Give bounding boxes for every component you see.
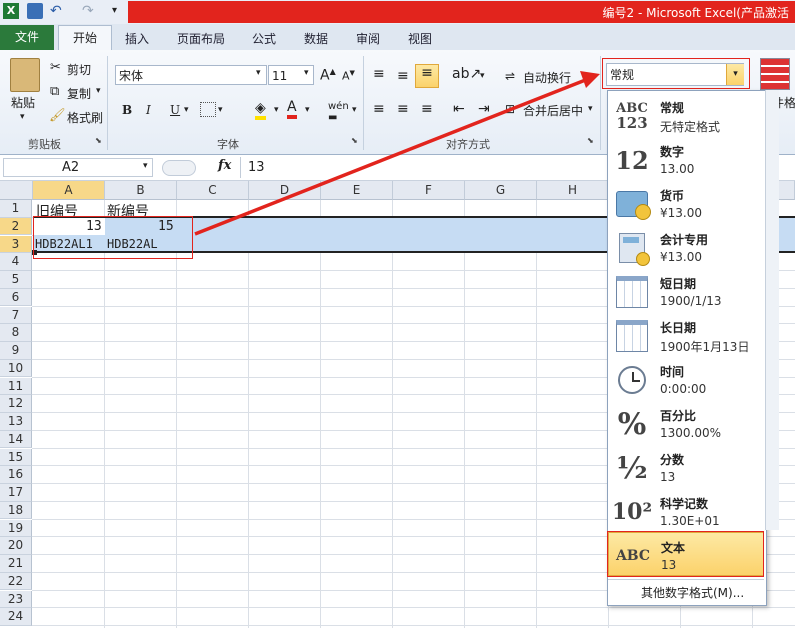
format-name: 会计专用 [660, 233, 709, 247]
number-format-menu: ABC 123 常规 无特定格式 12 数字 13.00 货币 ¥13.00 会计… [607, 90, 767, 606]
calendar-icon [612, 319, 652, 353]
format-sample: 13 [660, 470, 676, 484]
format-short-date[interactable]: 短日期 1900/1/13 [608, 269, 764, 313]
format-sample: 无特定格式 [660, 120, 721, 134]
format-sample: 1300.00% [660, 426, 722, 440]
format-percentage[interactable]: % 百分比 1300.00% [608, 401, 764, 445]
format-name: 时间 [660, 365, 685, 379]
currency-icon [612, 187, 652, 221]
arrow-head-right [580, 71, 600, 88]
format-number[interactable]: 12 数字 13.00 [608, 137, 764, 181]
format-sample: ¥13.00 [660, 250, 702, 264]
format-name: 短日期 [660, 277, 697, 291]
fraction-icon: ½ [616, 450, 648, 486]
format-sample: 0:00:00 [660, 382, 707, 396]
clock-icon [612, 363, 652, 397]
arrow-to-format-box [194, 77, 589, 236]
format-name: 数字 [660, 145, 685, 159]
number-format-icon: 12 [615, 145, 649, 175]
format-name: 长日期 [660, 321, 697, 335]
format-sample: 1900年1月13日 [660, 340, 750, 354]
format-name: 分数 [660, 453, 685, 467]
format-time[interactable]: 时间 0:00:00 [608, 357, 764, 401]
menu-scrollbar[interactable] [765, 90, 779, 530]
scientific-icon: 10² [611, 499, 653, 525]
format-sample: 13.00 [660, 162, 695, 176]
format-accounting[interactable]: 会计专用 ¥13.00 [608, 225, 764, 269]
format-sample: 1900/1/13 [660, 294, 722, 308]
format-name: 货币 [660, 189, 685, 203]
format-scientific[interactable]: 10² 科学记数 1.30E+01 [608, 489, 764, 533]
format-name: 百分比 [660, 409, 697, 423]
format-sample: ¥13.00 [660, 206, 702, 220]
format-name: 科学记数 [660, 497, 709, 511]
calendar-icon [612, 275, 652, 309]
format-sample: 1.30E+01 [660, 514, 720, 528]
format-general[interactable]: ABC 123 常规 无特定格式 [608, 93, 764, 137]
format-name: 常规 [660, 101, 685, 115]
more-number-formats[interactable]: 其他数字格式(M)... [641, 584, 744, 601]
format-fraction[interactable]: ½ 分数 13 [608, 445, 764, 489]
format-long-date[interactable]: 长日期 1900年1月13日 [608, 313, 764, 357]
percent-icon: % [617, 406, 647, 442]
accounting-icon [612, 231, 652, 266]
general-format-icon: ABC 123 [616, 101, 648, 132]
menu-divider [608, 579, 764, 580]
format-currency[interactable]: 货币 ¥13.00 [608, 181, 764, 225]
text-item-highlight [607, 531, 764, 577]
